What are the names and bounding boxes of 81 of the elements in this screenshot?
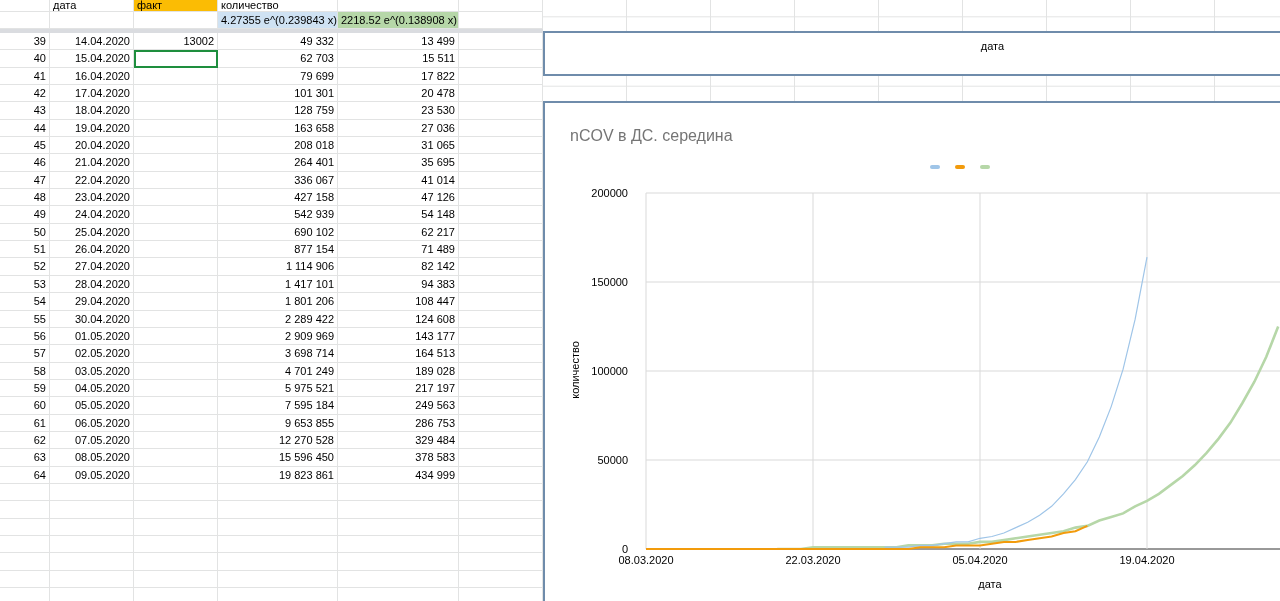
axis-label: 05.04.2020 xyxy=(952,554,1008,566)
date-cell: 20.04.2020 xyxy=(50,137,134,155)
column-header: дата xyxy=(50,0,134,12)
table-cell: 264 401 xyxy=(218,154,338,172)
date-cell: 23.04.2020 xyxy=(50,189,134,207)
table-cell: 128 759 xyxy=(218,102,338,120)
table-cell: 542 939 xyxy=(218,206,338,224)
table-cell xyxy=(0,588,50,601)
row-number: 52 xyxy=(0,258,50,276)
row-number: 49 xyxy=(0,206,50,224)
axis-title: дата xyxy=(980,40,1005,54)
row-number: 57 xyxy=(0,345,50,363)
table-cell: 71 489 xyxy=(338,241,459,259)
date-cell: 14.04.2020 xyxy=(50,33,134,51)
table-cell xyxy=(0,501,50,519)
table-cell: 49 332 xyxy=(218,33,338,51)
chart-panel[interactable]: nCOV в ДС. середина 0 50000 100000 150000 200000 08.03.2020 22.03.2020 05.04.2020 19.04.2020 дата количество xyxy=(543,101,1280,601)
axis-label: 19.04.2020 xyxy=(1119,554,1175,566)
table-cell: 62 703 xyxy=(218,50,338,68)
column-header: факт xyxy=(134,0,218,12)
table-cell: 108 447 xyxy=(338,293,459,311)
table-cell: 378 583 xyxy=(338,449,459,467)
row-number: 43 xyxy=(0,102,50,120)
formula-cell: 4.27355 e^(0.239843 x) xyxy=(218,12,338,29)
row-number: 63 xyxy=(0,449,50,467)
row-number: 51 xyxy=(0,241,50,259)
table-cell: 208 018 xyxy=(218,137,338,155)
date-cell: 29.04.2020 xyxy=(50,293,134,311)
row-number: 46 xyxy=(0,154,50,172)
table-cell: 164 513 xyxy=(338,345,459,363)
date-cell: 27.04.2020 xyxy=(50,258,134,276)
axis-label: 22.03.2020 xyxy=(785,554,841,566)
axis-label: 150000 xyxy=(591,276,628,288)
formula-cell: 2218.52 e^(0.138908 x) xyxy=(338,12,459,29)
table-cell: 23 530 xyxy=(338,102,459,120)
table-cell: 101 301 xyxy=(218,85,338,103)
axis-label: 200000 xyxy=(591,187,628,199)
date-cell: 15.04.2020 xyxy=(50,50,134,68)
table-cell: 82 142 xyxy=(338,258,459,276)
table-cell: 877 154 xyxy=(218,241,338,259)
table-cell: 13 499 xyxy=(338,33,459,51)
row-number: 39 xyxy=(0,33,50,51)
table-cell: 1 114 906 xyxy=(218,258,338,276)
date-cell: 02.05.2020 xyxy=(50,345,134,363)
row-number: 54 xyxy=(0,293,50,311)
axis-title: дата xyxy=(978,578,1002,590)
table-cell: 31 065 xyxy=(338,137,459,155)
table-cell: 35 695 xyxy=(338,154,459,172)
table-cell: 1 801 206 xyxy=(218,293,338,311)
table-cell: 249 563 xyxy=(338,397,459,415)
table-cell: 7 595 184 xyxy=(218,397,338,415)
table-cell xyxy=(0,553,50,571)
axis-label: 50000 xyxy=(597,454,628,466)
date-cell: 17.04.2020 xyxy=(50,85,134,103)
table-cell: 3 698 714 xyxy=(218,345,338,363)
table-cell: 15 596 450 xyxy=(218,449,338,467)
table-cell: 20 478 xyxy=(338,85,459,103)
table-cell: 47 126 xyxy=(338,189,459,207)
chart-title: nCOV в ДС. середина xyxy=(570,127,733,144)
table-cell: 427 158 xyxy=(218,189,338,207)
table-cell: 54 148 xyxy=(338,206,459,224)
table-cell: 13002 xyxy=(134,33,218,51)
date-cell: 18.04.2020 xyxy=(50,102,134,120)
row-number: 45 xyxy=(0,137,50,155)
row-number: 42 xyxy=(0,85,50,103)
axis-label: 08.03.2020 xyxy=(618,554,674,566)
column-header: количество xyxy=(218,0,338,12)
row-number: 48 xyxy=(0,189,50,207)
date-cell: 24.04.2020 xyxy=(50,206,134,224)
table-cell xyxy=(0,0,50,12)
chart-panel[interactable]: дата xyxy=(543,31,1280,76)
axis-label: 100000 xyxy=(591,365,628,377)
axis-label: 0 xyxy=(621,543,628,555)
date-cell: 26.04.2020 xyxy=(50,241,134,259)
date-cell: 05.05.2020 xyxy=(50,397,134,415)
row-number: 60 xyxy=(0,397,50,415)
date-cell: 08.05.2020 xyxy=(50,449,134,467)
axis-title: количество xyxy=(569,341,581,399)
date-cell: 21.04.2020 xyxy=(50,154,134,172)
table-cell: 15 511 xyxy=(338,50,459,68)
row-number: 40 xyxy=(0,50,50,68)
